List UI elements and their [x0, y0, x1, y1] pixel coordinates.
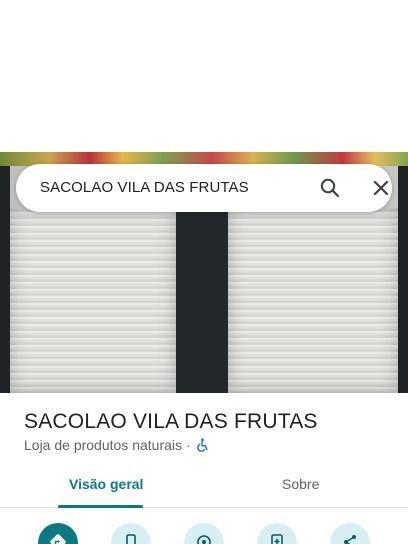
place-tabs: Visão geral Sobre	[0, 468, 408, 508]
save-icon	[271, 534, 283, 544]
call-button[interactable]	[111, 523, 151, 544]
shutter-left	[10, 208, 176, 393]
directions-icon	[50, 534, 66, 544]
tab-overview[interactable]: Visão geral	[69, 476, 143, 492]
search-icon[interactable]	[318, 176, 342, 200]
active-tab-indicator	[58, 505, 143, 508]
search-input[interactable]: SACOLAO VILA DAS FRUTAS	[40, 179, 249, 196]
place-category[interactable]: Loja de produtos naturais	[24, 437, 182, 453]
place-subtitle: Loja de produtos naturais ·	[24, 437, 209, 453]
shutter-right	[228, 208, 398, 393]
frame-right	[398, 166, 408, 393]
share-icon	[344, 535, 356, 544]
close-icon[interactable]	[369, 176, 393, 200]
separator: ·	[186, 437, 191, 453]
place-title: SACOLAO VILA DAS FRUTAS	[24, 410, 318, 433]
phone-icon	[126, 534, 136, 544]
frame-left	[0, 166, 10, 393]
tab-about[interactable]: Sobre	[282, 476, 319, 492]
location-icon	[197, 535, 211, 544]
search-bar[interactable]: SACOLAO VILA DAS FRUTAS	[16, 164, 392, 212]
share-button[interactable]	[330, 523, 370, 544]
wheelchair-icon[interactable]	[195, 438, 209, 452]
maps-place-page: SACOLAO VILA DAS FRUTAS SACOLAO VILA DAS…	[0, 0, 408, 544]
save-button[interactable]	[257, 523, 297, 544]
location-button[interactable]	[184, 523, 224, 544]
directions-button[interactable]	[38, 523, 78, 544]
